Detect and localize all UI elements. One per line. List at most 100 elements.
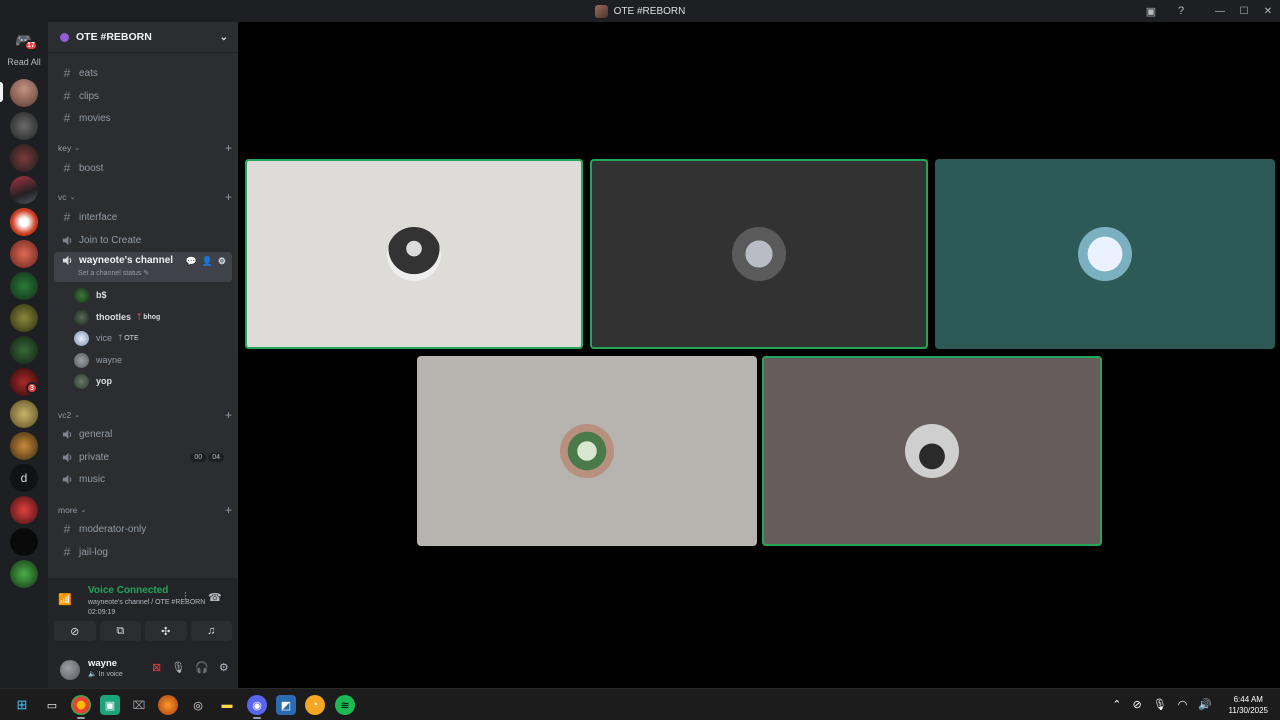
channel-clips[interactable]: # clips [54,86,232,106]
notification-off-icon[interactable]: ⊘ [1133,698,1142,711]
spotify-icon[interactable]: ≋ [335,695,355,715]
app-icon[interactable]: ▣ [100,695,120,715]
speaker-icon [60,255,74,266]
file-explorer-icon[interactable]: ▬ [217,695,237,715]
participant-tile[interactable] [935,159,1275,349]
gear-icon[interactable]: ⚙ [219,661,229,674]
soundboard-button[interactable]: ♫ [190,621,232,641]
camera-off-button[interactable]: ⊘ [54,621,96,641]
inbox-icon[interactable]: ▣ [1136,0,1166,22]
channel-music[interactable]: music [54,469,232,489]
channel-boost[interactable]: # boost [54,158,232,178]
channel-movies[interactable]: # movies [54,108,232,128]
discord-icon[interactable]: ◉ [247,695,267,715]
channel-eats[interactable]: # eats [54,63,232,83]
capcut-icon[interactable]: ⌧ [129,695,149,715]
volume-icon[interactable]: 🔊 [1198,698,1212,711]
maximize-button[interactable]: ☐ [1232,0,1256,22]
windows-start-icon[interactable]: ⊞ [12,695,32,715]
server-icon[interactable] [10,240,38,268]
username[interactable]: wayne [88,658,117,669]
server-icon[interactable] [10,176,38,204]
category-more[interactable]: more ⌄ + [58,503,232,517]
create-channel-icon[interactable]: + [225,141,232,155]
channel-label: wayneote's channel [79,255,174,266]
disconnect-icon[interactable]: ☎ [208,591,222,604]
microphone-icon[interactable]: 🎙 [1153,698,1167,711]
server-icon[interactable] [10,336,38,364]
channel-label: private [79,451,110,463]
voice-user[interactable]: wayne [74,350,234,370]
category-key[interactable]: key ⌄ + [58,141,232,155]
camera-off-icon[interactable]: ⊠ [152,661,161,674]
participant-tile[interactable] [762,356,1102,546]
clock[interactable]: 6:44 AM 11/30/2025 [1229,694,1268,716]
close-button[interactable]: ✕ [1256,0,1280,22]
participant-tile[interactable] [417,356,757,546]
category-vc2[interactable]: vc2 ⌄ + [58,408,232,422]
screen-share-button[interactable]: ⧉ [99,621,141,641]
photos-icon[interactable]: ◩ [276,695,296,715]
chevron-down-icon[interactable]: ⌄ [220,32,228,43]
server-icon[interactable] [10,560,38,588]
voice-user[interactable]: yop [74,371,234,391]
server-icon[interactable] [10,432,38,460]
guild-header[interactable]: OTE #REBORN ⌄ [48,22,238,53]
channel-join-to-create[interactable]: Join to Create [54,230,232,250]
avatar [74,287,89,303]
participant-tile[interactable] [245,159,583,349]
voice-location[interactable]: wayneote's channel / OTE #REBORN [88,599,205,606]
channel-interface[interactable]: # interface [54,207,232,227]
create-channel-icon[interactable]: + [225,503,232,517]
chevron-down-icon: ⌄ [69,194,76,201]
channel-wayneotes-channel[interactable]: wayneote's channel Set a channel status … [54,252,232,282]
channel-moderator-only[interactable]: # moderator-only [54,519,232,539]
create-channel-icon[interactable]: + [225,190,232,204]
gear-icon[interactable]: ⚙ [218,256,226,267]
user-tag-text: bhog [143,313,161,321]
task-view-icon[interactable]: ▭ [42,695,62,715]
channel-jail-log[interactable]: # jail-log [54,542,232,562]
server-icon[interactable] [10,79,38,107]
channel-status[interactable]: Set a channel status ✎ [78,269,149,277]
chevron-down-icon: ⌄ [80,507,87,514]
read-all-button[interactable]: Read All [0,57,48,67]
server-icon[interactable] [10,528,38,556]
server-icon[interactable] [10,304,38,332]
create-channel-icon[interactable]: + [225,408,232,422]
hash-icon: # [63,111,71,125]
voice-user[interactable]: vice ᛉ OTE [74,328,234,348]
help-icon[interactable]: ? [1166,0,1196,22]
channel-general[interactable]: general [54,424,232,444]
channel-jail[interactable]: # jail [54,564,232,569]
headphones-icon[interactable]: 🎧 [195,661,209,674]
chat-icon[interactable]: 💬 [185,256,196,267]
server-icon[interactable] [10,400,38,428]
participant-tile[interactable] [590,159,928,349]
voice-user[interactable]: b$ [74,285,234,305]
category-vc[interactable]: vc ⌄ + [58,190,232,204]
github-icon[interactable]: ◎ [188,695,208,715]
server-icon[interactable] [10,496,38,524]
activities-button[interactable]: ✣ [145,621,187,641]
channel-list: # eats # clips # movies key ⌄ + # boost vc ⌄ + #… [48,53,238,569]
app-icon[interactable]: ◔ [305,695,325,715]
voice-timer: 02:09:19 [88,609,116,616]
server-icon[interactable] [10,272,38,300]
noise-suppression-icon[interactable]: ⫶ [184,591,187,604]
invite-icon[interactable]: 👤 [202,256,213,267]
chrome-icon[interactable] [71,695,91,715]
server-icon-letter[interactable]: d [10,464,38,492]
server-icon[interactable] [10,112,38,140]
microphone-icon[interactable]: 🎙 [171,661,185,674]
server-icon[interactable] [10,144,38,172]
brave-icon[interactable] [158,695,178,715]
voice-user[interactable]: thootles ᛉ bhog [74,307,234,327]
wifi-icon[interactable]: ◠ [1178,698,1188,711]
chevron-up-icon[interactable]: ⌃ [1112,698,1121,711]
signal-icon[interactable]: 📶 [58,593,72,606]
avatar[interactable] [60,660,80,680]
server-icon[interactable] [10,208,38,236]
channel-private[interactable]: private 00 04 [54,447,232,467]
minimize-button[interactable]: — [1208,0,1232,22]
